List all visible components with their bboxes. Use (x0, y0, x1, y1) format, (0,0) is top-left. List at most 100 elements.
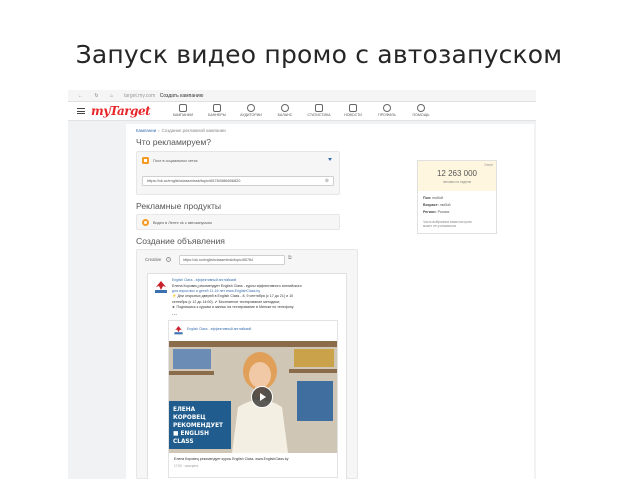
nav-help[interactable]: ПОМОЩЬ (404, 104, 438, 117)
nav-campaigns[interactable]: КАМПАНИИ (166, 104, 200, 117)
nav-label: НОВОСТИ (344, 113, 362, 117)
banner-line: РЕКОМЕНДУЕТ (173, 423, 224, 429)
mytarget-logo[interactable]: myTarget (91, 104, 151, 118)
banner-line: ЕЛЕНА КОРОВЕЦ (173, 407, 206, 421)
nav-label: АУДИТОРИИ (240, 113, 262, 117)
screenshot: ← ↻ ⌂ target.my.com Создать кампанию myT… (68, 90, 536, 479)
browser-bar: ← ↻ ⌂ target.my.com Создать кампанию (68, 90, 536, 102)
nav-label: БАННЕРЫ (208, 113, 226, 117)
shelf (289, 369, 337, 373)
audience-value: любой (432, 196, 444, 200)
shelf (169, 341, 337, 347)
news-icon (349, 104, 357, 112)
audience-icon (247, 104, 255, 112)
products-panel: Видео в Ленте ok с автозапуском (136, 214, 340, 230)
creative-label: Creative (145, 257, 162, 262)
post-url-input[interactable]: https://ok.ru/englishclassminsk/topic/65… (142, 176, 334, 186)
video-product-icon (142, 219, 149, 226)
external-link-icon[interactable]: ⧉ (288, 255, 292, 261)
audience-key: Пол: (423, 196, 432, 200)
nav-balance[interactable]: БАЛАНС (268, 104, 302, 117)
video-player[interactable]: ЕЛЕНА КОРОВЕЦ РЕКОМЕНДУЕТ ■ ENGLISH CLAS… (169, 341, 337, 453)
breadcrumb-current: Создание рекламной кампании (161, 128, 226, 133)
banner-icon (213, 104, 221, 112)
english-class-logo-icon (153, 278, 169, 294)
video-caption-time: 17:00 · смотреть (174, 464, 199, 468)
product-option-label: Видео в Ленте ok с автозапуском (153, 220, 212, 225)
audience-key: Возраст: (423, 203, 439, 207)
audience-note: Часть выбранных вами настроек может не у… (423, 220, 472, 228)
post-line: ⚡ Дни открытых дверей в English Class - … (172, 294, 294, 299)
audience-value: Россия (437, 210, 450, 214)
nav-statistics[interactable]: СТАТИСТИКА (302, 104, 336, 117)
creative-url-input[interactable]: https://ok.ru/englishclassminsk/topic/65… (179, 255, 285, 265)
what-title: Что рекламируем? (136, 137, 212, 147)
what-panel: Пост в социальных сетях https://ok.ru/en… (136, 151, 340, 195)
play-button[interactable] (251, 386, 273, 408)
binders (297, 381, 333, 421)
menu-icon[interactable] (77, 108, 85, 114)
balance-icon (281, 104, 289, 112)
post-preview: English Class - эффективный английский Е… (147, 273, 347, 479)
audience-value: любой (439, 203, 451, 207)
nav-audiences[interactable]: АУДИТОРИИ (234, 104, 268, 117)
breadcrumb-separator: › (158, 128, 160, 133)
nav-banners[interactable]: БАННЕРЫ (200, 104, 234, 117)
audience-key: Регион: (423, 210, 437, 214)
video-caption: Елена Коровец рекомендует курсы English … (174, 457, 289, 461)
books (294, 349, 334, 367)
help-icon (417, 104, 425, 112)
ad-panel: Creative i https://ok.ru/englishclassmin… (136, 249, 358, 479)
browser-url-host: target.my.com (124, 92, 156, 99)
what-option-label: Пост в социальных сетях (153, 158, 198, 163)
nav-label: ПРОФИЛЬ (378, 113, 396, 117)
statistics-icon (315, 104, 323, 112)
nav-label: КАМПАНИИ (172, 113, 194, 117)
megaphone-icon (179, 104, 187, 112)
post-type-icon (142, 157, 149, 164)
audience-row-gender: Пол: любой (423, 196, 443, 200)
post-text: Елена Коровец рекомендует English Class … (172, 284, 302, 310)
shared-post-author[interactable]: English Class - эффективный английский (187, 327, 251, 331)
chevron-down-icon[interactable] (328, 158, 332, 161)
audience-top-label: Охват (484, 163, 493, 167)
audience-summary: Охват 12 263 000 человек на неделю (418, 161, 496, 191)
profile-icon (383, 104, 391, 112)
products-title: Рекламные продукты (136, 201, 222, 211)
nav-profile[interactable]: ПРОФИЛЬ (370, 104, 404, 117)
browser-nav-buttons[interactable]: ← ↻ ⌂ (78, 93, 118, 99)
post-author[interactable]: English Class - эффективный английский (172, 278, 236, 282)
audience-note-line: может не учитываться (423, 224, 457, 229)
creative-url-value: https://ok.ru/englishclassminsk/topic/65… (183, 258, 254, 262)
browser-url[interactable]: target.my.com Создать кампанию (124, 93, 203, 99)
info-icon[interactable]: i (166, 257, 171, 262)
post-url-value: https://ok.ru/englishclassminsk/topic/65… (147, 178, 241, 183)
audience-row-age: Возраст: любой (423, 203, 451, 207)
audience-box: Охват 12 263 000 человек на неделю Пол: … (417, 160, 497, 234)
nav-label: СТАТИСТИКА (307, 113, 331, 117)
audience-count-sub: человек на неделю (442, 180, 472, 184)
slide-title: Запуск видео промо с автозапуском (75, 40, 563, 69)
shelf (169, 371, 214, 375)
nav-label: БАЛАНС (277, 113, 293, 117)
top-nav: КАМПАНИИ БАННЕРЫ АУДИТОРИИ БАЛАНС СТАТИС… (166, 104, 438, 117)
shared-post-card: English Class - эффективный английский Е… (168, 320, 338, 478)
app-header: myTarget КАМПАНИИ БАННЕРЫ АУДИТОРИИ БАЛА… (68, 102, 536, 121)
more-dots[interactable]: ... (172, 311, 177, 317)
product-option[interactable]: Видео в Ленте ok с автозапуском (142, 219, 212, 226)
post-line: ► Подпишись к курсам и запись на тестиро… (172, 304, 294, 309)
clear-icon[interactable]: ⊗ (325, 177, 329, 185)
banner-line: ■ ENGLISH CLASS (173, 431, 209, 445)
breadcrumb-link-campaigns[interactable]: Кампании (136, 128, 156, 133)
audience-row-region: Регион: Россия (423, 210, 449, 214)
audience-count: 12 263 000 (436, 169, 478, 178)
browser-page-title: Создать кампанию (159, 92, 204, 99)
nav-label: ПОМОЩЬ (412, 113, 430, 117)
english-class-logo-icon (173, 324, 184, 335)
nav-news[interactable]: НОВОСТИ (336, 104, 370, 117)
breadcrumb: Кампании › Создание рекламной кампании (136, 128, 226, 133)
ad-title: Создание объявления (136, 236, 225, 246)
video-banner: ЕЛЕНА КОРОВЕЦ РЕКОМЕНДУЕТ ■ ENGLISH CLAS… (169, 401, 231, 449)
books (173, 349, 211, 369)
what-option[interactable]: Пост в социальных сетях (142, 157, 198, 164)
